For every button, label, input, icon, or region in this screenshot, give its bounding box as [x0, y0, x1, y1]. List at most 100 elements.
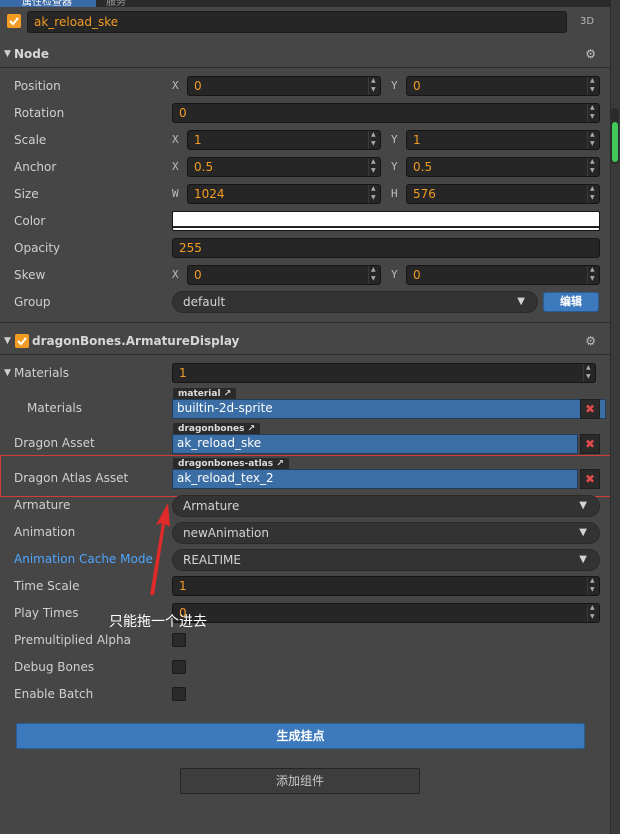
anchor-x-input[interactable]: 0.5 — [187, 157, 381, 177]
dragon-atlas-field[interactable]: ak_reload_tex_2 — [172, 469, 578, 489]
materials-count-input[interactable]: 1 — [172, 363, 596, 383]
material-tag-text: material — [178, 389, 221, 399]
scrollbar-indicator — [612, 122, 618, 162]
skew-label: Skew — [14, 268, 46, 282]
play-times-input[interactable]: 0 — [172, 603, 600, 623]
position-y-axis: Y — [391, 79, 398, 92]
tab-properties[interactable]: 属性检查器 — [0, 0, 96, 8]
node-section-header[interactable]: ▼ Node ⚙ — [0, 43, 610, 67]
size-w-input[interactable]: 1024 — [187, 184, 381, 204]
alpha-bar — [173, 226, 599, 228]
clear-icon[interactable]: ✖ — [580, 399, 600, 419]
armature-section-header[interactable]: ▼ dragonBones.ArmatureDisplay ⚙ — [0, 330, 610, 354]
scale-x-axis: X — [172, 133, 179, 146]
debug-bones-label: Debug Bones — [14, 660, 95, 674]
stepper-icon[interactable] — [587, 604, 599, 622]
group-select[interactable]: default ▼ — [172, 291, 538, 313]
tab-other[interactable]: 服务 — [106, 0, 126, 8]
premultiplied-label: Premultiplied Alpha — [14, 633, 131, 647]
stepper-icon[interactable] — [587, 266, 599, 284]
skew-x-value: 0 — [194, 268, 202, 282]
rotation-value: 0 — [179, 106, 187, 120]
position-x-axis: X — [172, 79, 179, 92]
annotation-arrow-icon — [150, 503, 170, 595]
dragon-asset-field[interactable]: ak_reload_ske — [172, 434, 578, 454]
stepper-icon[interactable] — [587, 185, 599, 203]
premultiplied-checkbox[interactable] — [172, 633, 186, 647]
size-w-axis: W — [172, 187, 179, 200]
scale-y-axis: Y — [391, 133, 398, 146]
rotation-input[interactable]: 0 — [172, 103, 600, 123]
scale-label: Scale — [14, 133, 47, 147]
stepper-icon[interactable] — [587, 158, 599, 176]
position-label: Position — [14, 79, 61, 93]
stepper-icon[interactable] — [587, 104, 599, 122]
enable-batch-label: Enable Batch — [14, 687, 94, 701]
material-asset-field[interactable]: builtin-2d-sprite — [172, 399, 606, 419]
add-component-button[interactable]: 添加组件 — [180, 768, 420, 794]
anchor-y-input[interactable]: 0.5 — [406, 157, 600, 177]
opacity-input[interactable]: 255 — [172, 238, 600, 258]
materials-item-label: Materials — [27, 401, 83, 415]
stepper-icon[interactable] — [368, 185, 380, 203]
skew-x-axis: X — [172, 268, 179, 281]
position-y-input[interactable]: 0 — [406, 76, 600, 96]
check-icon — [9, 17, 19, 26]
dragon-atlas-label: Dragon Atlas Asset — [14, 471, 129, 485]
stepper-icon[interactable] — [587, 77, 599, 95]
gear-icon[interactable]: ⚙ — [585, 47, 596, 61]
dropdown-arrow-icon: ▼ — [579, 500, 587, 511]
size-h-input[interactable]: 576 — [406, 184, 600, 204]
stepper-icon[interactable] — [368, 266, 380, 284]
opacity-value: 255 — [179, 241, 202, 255]
opacity-label: Opacity — [14, 241, 61, 255]
node-active-checkbox[interactable] — [7, 14, 21, 28]
group-value: default — [183, 295, 226, 309]
armature-section-title: dragonBones.ArmatureDisplay — [32, 334, 240, 348]
divider — [0, 67, 610, 68]
gear-icon[interactable]: ⚙ — [585, 334, 596, 348]
stepper-icon[interactable] — [368, 77, 380, 95]
skew-x-input[interactable]: 0 — [187, 265, 381, 285]
scale-y-value: 1 — [413, 133, 421, 147]
generate-attach-points-button[interactable]: 生成挂点 — [16, 723, 585, 749]
cache-mode-select[interactable]: REALTIME ▼ — [172, 549, 600, 571]
stepper-icon[interactable] — [587, 577, 599, 595]
node-name-input[interactable]: ak_reload_ske — [27, 11, 567, 33]
dragonbones-tag-text: dragonbones — [178, 424, 245, 434]
scale-x-input[interactable]: 1 — [187, 130, 381, 150]
anchor-y-value: 0.5 — [413, 160, 433, 174]
external-link-icon[interactable]: ↗ — [224, 389, 232, 399]
color-picker[interactable] — [172, 211, 600, 231]
enable-batch-checkbox[interactable] — [172, 687, 186, 701]
materials-count-value: 1 — [179, 366, 187, 380]
debug-bones-checkbox[interactable] — [172, 660, 186, 674]
armature-select[interactable]: Armature ▼ — [172, 495, 600, 517]
animation-select[interactable]: newAnimation ▼ — [172, 522, 600, 544]
stepper-icon[interactable] — [368, 158, 380, 176]
anchor-x-value: 0.5 — [194, 160, 214, 174]
dragon-asset-label: Dragon Asset — [14, 436, 95, 450]
clear-icon[interactable]: ✖ — [580, 469, 600, 489]
dropdown-arrow-icon: ▼ — [517, 296, 525, 307]
divider — [0, 354, 610, 355]
external-link-icon[interactable]: ↗ — [276, 459, 284, 469]
stepper-icon[interactable] — [583, 364, 595, 382]
group-edit-button[interactable]: 编辑 — [543, 292, 599, 312]
dropdown-arrow-icon: ▼ — [579, 554, 587, 565]
stepper-icon[interactable] — [587, 131, 599, 149]
expand-arrow-icon[interactable]: ▼ — [4, 368, 11, 378]
external-link-icon[interactable]: ↗ — [248, 424, 256, 434]
3d-toggle[interactable]: 3D — [580, 16, 594, 27]
skew-y-input[interactable]: 0 — [406, 265, 600, 285]
scale-y-input[interactable]: 1 — [406, 130, 600, 150]
position-x-input[interactable]: 0 — [187, 76, 381, 96]
cache-mode-value: REALTIME — [183, 553, 241, 567]
stepper-icon[interactable] — [368, 131, 380, 149]
size-w-value: 1024 — [194, 187, 225, 201]
animation-label: Animation — [14, 525, 76, 539]
clear-icon[interactable]: ✖ — [580, 434, 600, 454]
component-enabled-checkbox[interactable] — [15, 334, 29, 348]
time-scale-input[interactable]: 1 — [172, 576, 600, 596]
collapse-arrow-icon: ▼ — [4, 49, 11, 59]
